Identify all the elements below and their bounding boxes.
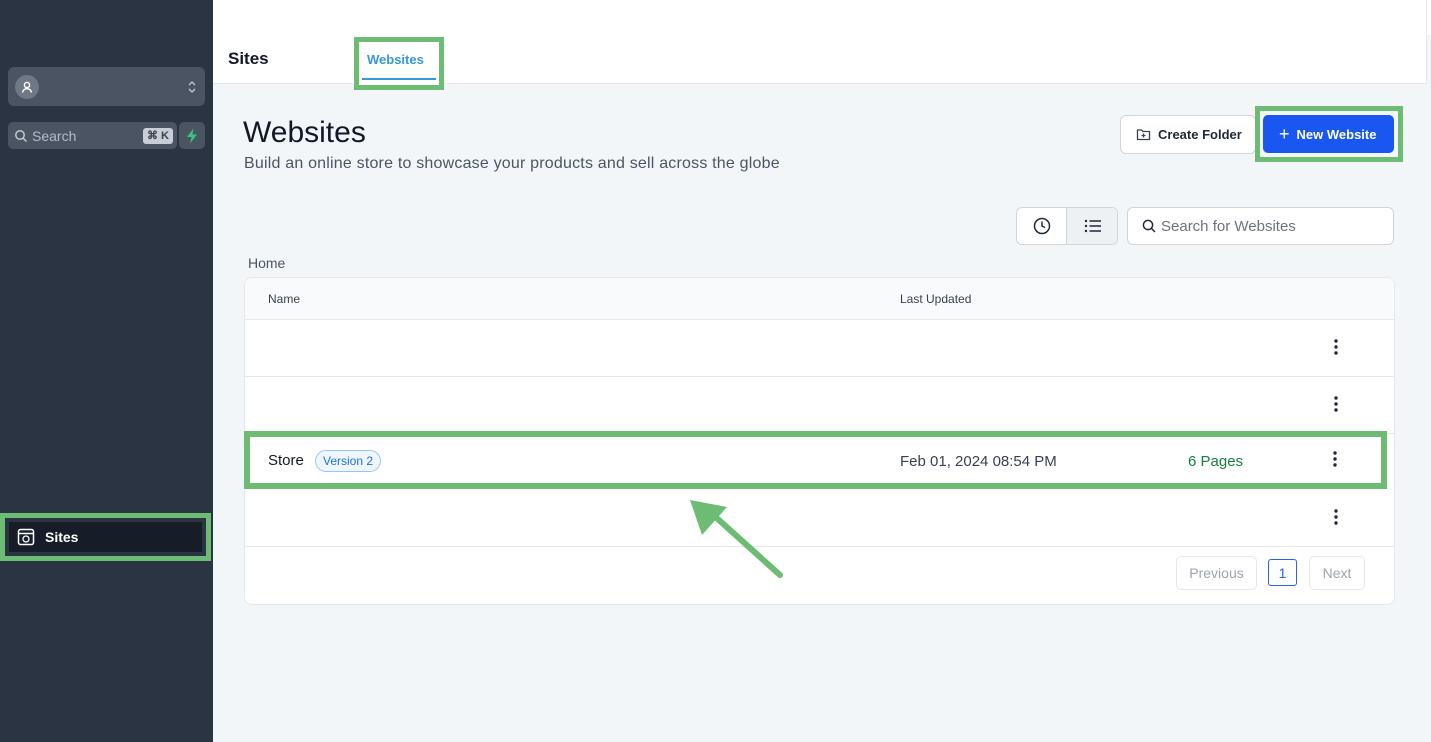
- sidebar-search[interactable]: Search ⌘ K: [8, 122, 177, 149]
- breadcrumb[interactable]: Home: [248, 255, 285, 271]
- new-website-highlight: + New Website: [1255, 106, 1403, 162]
- bolt-icon: [187, 128, 197, 143]
- view-toggle: [1016, 207, 1118, 245]
- page-number-button[interactable]: 1: [1268, 559, 1297, 586]
- website-search[interactable]: [1127, 207, 1394, 245]
- sites-icon: [17, 528, 35, 546]
- active-tab-underline: [362, 78, 436, 80]
- arrow-icon: [690, 500, 783, 578]
- search-icon: [15, 129, 28, 142]
- sidebar-item-sites-body[interactable]: Sites: [9, 522, 202, 552]
- plus-icon: +: [1279, 124, 1290, 144]
- search-shortcut-badge: ⌘ K: [143, 128, 173, 144]
- sidebar: Search ⌘ K Sites: [0, 0, 213, 742]
- tab-websites-label: Websites: [367, 52, 424, 67]
- new-website-button[interactable]: + New Website: [1263, 115, 1394, 153]
- user-icon: [15, 75, 39, 99]
- account-switcher[interactable]: [8, 67, 205, 106]
- table-row[interactable]: [245, 490, 1394, 547]
- page-subtitle: Build an online store to showcase your p…: [244, 155, 780, 172]
- clock-icon: [1033, 217, 1050, 235]
- table-header: Name Last Updated: [245, 278, 1394, 320]
- page-count[interactable]: 6 Pages: [1188, 453, 1243, 470]
- list-view-button[interactable]: [1067, 208, 1117, 244]
- sidebar-item-label: Sites: [45, 529, 79, 545]
- last-updated: Feb 01, 2024 08:54 PM: [900, 453, 1057, 470]
- next-page-button[interactable]: Next: [1309, 556, 1365, 590]
- list-icon: [1084, 219, 1101, 233]
- section-title: Sites: [228, 49, 269, 68]
- version-badge: Version 2: [315, 450, 382, 472]
- kebab-menu-icon[interactable]: [1332, 337, 1340, 357]
- new-website-label: New Website: [1296, 126, 1377, 142]
- table-row[interactable]: [245, 377, 1394, 434]
- column-header-last-updated: Last Updated: [900, 292, 972, 306]
- recent-view-button[interactable]: [1017, 208, 1067, 244]
- site-name[interactable]: Store: [268, 452, 304, 469]
- create-folder-button[interactable]: Create Folder: [1120, 115, 1256, 154]
- search-icon: [1142, 219, 1156, 233]
- table-row-store[interactable]: Store Version 2 Feb 01, 2024 08:54 PM 6 …: [244, 431, 1387, 489]
- column-header-name: Name: [268, 292, 301, 306]
- create-folder-label: Create Folder: [1158, 127, 1242, 142]
- tab-websites[interactable]: Websites: [354, 37, 444, 90]
- sidebar-item-sites[interactable]: Sites: [0, 513, 211, 561]
- page-header: Sites Websites: [213, 0, 1427, 90]
- kebab-menu-icon[interactable]: [1331, 449, 1339, 469]
- table-row[interactable]: [245, 320, 1394, 377]
- kebab-menu-icon[interactable]: [1332, 507, 1340, 527]
- sidebar-search-placeholder: Search: [32, 127, 77, 144]
- website-search-input[interactable]: [1161, 217, 1381, 235]
- chevron-updown-icon: [188, 81, 196, 93]
- previous-page-button[interactable]: Previous: [1176, 556, 1257, 590]
- page-title: Websites: [243, 116, 366, 149]
- kebab-menu-icon[interactable]: [1332, 394, 1340, 414]
- folder-plus-icon: [1136, 129, 1151, 141]
- quick-action-button[interactable]: [179, 122, 205, 149]
